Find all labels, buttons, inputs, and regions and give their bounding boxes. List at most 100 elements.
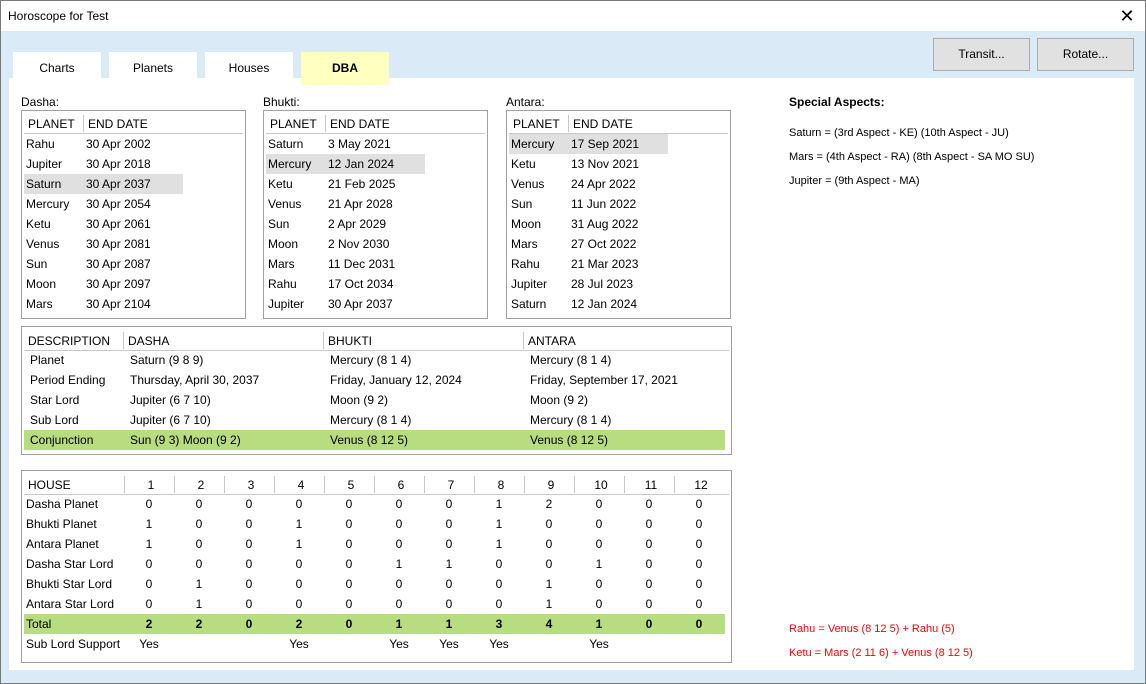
table-header: DESCRIPTION DASHA BHUKTI ANTARA (24, 329, 729, 351)
column-divider[interactable] (523, 332, 524, 349)
list-item[interactable]: Rahu 30 Apr 2002 (24, 134, 183, 154)
end-date-cell: 11 Jun 2022 (571, 197, 637, 211)
table-row[interactable]: Period Ending Thursday, April 30, 2037 Fri… (24, 370, 725, 390)
column-divider[interactable] (325, 115, 326, 132)
column-divider[interactable] (123, 332, 124, 349)
list-item[interactable]: Jupiter 30 Apr 2037 (266, 294, 425, 314)
table-row[interactable]: Star Lord Jupiter (6 7 10) Moon (9 2) Moon … (24, 390, 725, 410)
column-divider[interactable] (323, 332, 324, 349)
column-header[interactable]: 7 (426, 478, 476, 492)
column-header[interactable]: 3 (226, 478, 276, 492)
column-divider[interactable] (324, 476, 325, 493)
table-row[interactable]: Dasha Planet 0 0 0 0 0 0 0 1 2 0 0 0 (24, 494, 725, 514)
list-item[interactable]: Jupiter 28 Jul 2023 (509, 274, 668, 294)
tab-dba[interactable]: DBA (301, 52, 389, 85)
list-item[interactable]: Mercury 30 Apr 2054 (24, 194, 183, 214)
list-item[interactable]: Rahu 21 Mar 2023 (509, 254, 668, 274)
column-divider[interactable] (568, 115, 569, 132)
table-cell: 1 (445, 557, 453, 571)
column-header-end-date[interactable]: END DATE (88, 117, 148, 131)
column-divider[interactable] (624, 476, 625, 493)
column-header[interactable]: 12 (676, 478, 726, 492)
tab-charts[interactable]: Charts (13, 52, 101, 78)
column-header[interactable]: 9 (526, 478, 576, 492)
list-item[interactable]: Sun 11 Jun 2022 (509, 194, 668, 214)
list-item[interactable]: Venus 21 Apr 2028 (266, 194, 425, 214)
column-header[interactable]: 4 (276, 478, 326, 492)
list-item[interactable]: Mars 30 Apr 2104 (24, 294, 183, 314)
list-item[interactable]: Moon 2 Nov 2030 (266, 234, 425, 254)
column-header[interactable]: 5 (326, 478, 376, 492)
table-row[interactable]: Bhukti Planet 1 0 0 1 0 0 0 1 0 0 0 0 (24, 514, 725, 534)
list-item[interactable]: Ketu 30 Apr 2061 (24, 214, 183, 234)
column-header[interactable]: 2 (176, 478, 226, 492)
column-header-planet[interactable]: PLANET (513, 117, 560, 131)
list-item[interactable]: Mercury 12 Jan 2024 (266, 154, 425, 174)
table-row[interactable]: Sub Lord Jupiter (6 7 10) Mercury (8 1 4) M… (24, 410, 725, 430)
table-cell: 0 (245, 537, 253, 551)
column-divider[interactable] (674, 476, 675, 493)
list-item[interactable]: Venus 24 Apr 2022 (509, 174, 668, 194)
column-header[interactable]: 11 (626, 478, 676, 492)
table-row[interactable]: Planet Saturn (9 8 9) Mercury (8 1 4) Mercu… (24, 350, 725, 370)
column-header[interactable]: 8 (476, 478, 526, 492)
column-header[interactable]: 1 (126, 478, 176, 492)
close-icon[interactable]: ✕ (1113, 5, 1141, 27)
column-header[interactable]: 10 (576, 478, 626, 492)
end-date-cell: 30 Apr 2061 (86, 217, 151, 231)
table-cell: Friday, January 12, 2024 (330, 373, 462, 387)
list-item[interactable]: Mercury 17 Sep 2021 (509, 134, 668, 154)
table-header: HOUSE 1 2 3 4 5 6 7 8 9 10 11 12 (24, 473, 729, 495)
list-item[interactable]: Venus 30 Apr 2081 (24, 234, 183, 254)
list-item[interactable]: Saturn 30 Apr 2037 (24, 174, 183, 194)
list-item[interactable]: Sun 30 Apr 2087 (24, 254, 183, 274)
table-row[interactable]: Bhukti Star Lord 0 1 0 0 0 0 0 0 1 0 0 0 (24, 574, 725, 594)
list-item[interactable]: Moon 30 Apr 2097 (24, 274, 183, 294)
planet-cell: Ketu (26, 217, 51, 231)
list-item[interactable]: Ketu 13 Nov 2021 (509, 154, 668, 174)
column-header[interactable]: DESCRIPTION (28, 334, 110, 348)
list-item[interactable]: Mars 27 Oct 2022 (509, 234, 668, 254)
column-header[interactable]: BHUKTI (328, 334, 372, 348)
table-row[interactable]: Total 2 2 0 2 0 1 1 3 4 1 0 0 (24, 614, 725, 634)
table-row[interactable]: Sub Lord Support Yes Yes Yes Yes Yes Yes (24, 634, 725, 654)
column-header[interactable]: 6 (376, 478, 426, 492)
column-divider[interactable] (524, 476, 525, 493)
column-divider[interactable] (83, 115, 84, 132)
column-header[interactable]: HOUSE (28, 478, 71, 492)
list-item[interactable]: Ketu 21 Feb 2025 (266, 174, 425, 194)
table-row[interactable]: Dasha Star Lord 0 0 0 0 0 1 1 0 0 1 0 0 (24, 554, 725, 574)
column-header-end-date[interactable]: END DATE (330, 117, 390, 131)
table-row[interactable]: Antara Planet 1 0 0 1 0 0 0 1 0 0 0 0 (24, 534, 725, 554)
list-item[interactable]: Saturn 12 Jan 2024 (509, 294, 668, 314)
column-header-planet[interactable]: PLANET (270, 117, 317, 131)
column-divider[interactable] (224, 476, 225, 493)
list-item[interactable]: Mars 11 Dec 2031 (266, 254, 425, 274)
table-cell: 0 (395, 497, 403, 511)
column-divider[interactable] (574, 476, 575, 493)
column-header-planet[interactable]: PLANET (28, 117, 75, 131)
table-row[interactable]: Antara Star Lord 0 1 0 0 0 0 0 0 1 0 0 0 (24, 594, 725, 614)
transit-button[interactable]: Transit... (933, 38, 1030, 71)
list-item[interactable]: Saturn 3 May 2021 (266, 134, 425, 154)
column-header[interactable]: DASHA (128, 334, 169, 348)
rotate-button[interactable]: Rotate... (1037, 38, 1134, 71)
column-divider[interactable] (174, 476, 175, 493)
table-row[interactable]: Conjunction Sun (9 3) Moon (9 2) Venus (8 … (24, 430, 725, 450)
list-item[interactable]: Moon 31 Aug 2022 (509, 214, 668, 234)
column-header[interactable]: ANTARA (528, 334, 576, 348)
column-header-end-date[interactable]: END DATE (573, 117, 633, 131)
tab-houses[interactable]: Houses (205, 52, 293, 78)
column-divider[interactable] (474, 476, 475, 493)
column-divider[interactable] (274, 476, 275, 493)
column-divider[interactable] (124, 476, 125, 493)
table-cell: 0 (345, 537, 353, 551)
table-cell: 1 (495, 497, 503, 511)
tab-planets[interactable]: Planets (109, 52, 197, 78)
column-divider[interactable] (374, 476, 375, 493)
list-item[interactable]: Jupiter 30 Apr 2018 (24, 154, 183, 174)
list-item[interactable]: Sun 2 Apr 2029 (266, 214, 425, 234)
list-item[interactable]: Rahu 17 Oct 2034 (266, 274, 425, 294)
row-label: Sub Lord Support (26, 637, 121, 651)
column-divider[interactable] (424, 476, 425, 493)
